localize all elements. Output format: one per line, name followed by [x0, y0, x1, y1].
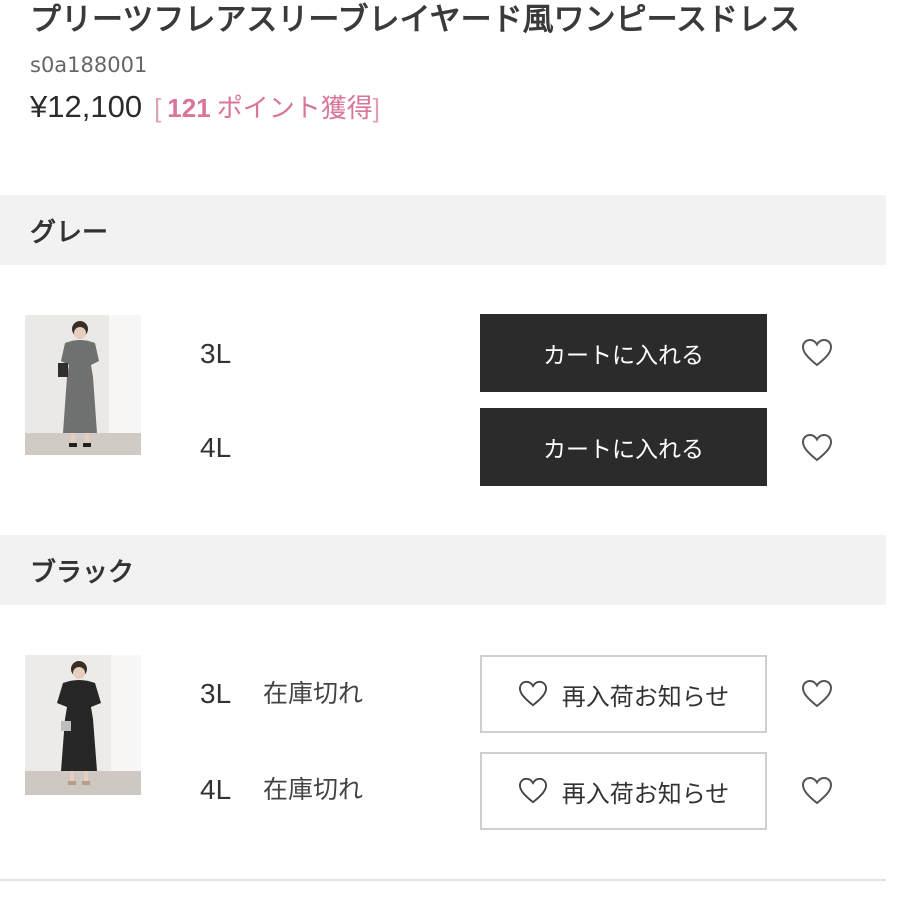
out-of-stock-label: 在庫切れ [263, 775, 364, 804]
restock-notify-button[interactable]: 再入荷お知らせ [480, 655, 767, 733]
heart-outline-icon[interactable] [801, 338, 833, 368]
product-thumbnail-gray[interactable] [25, 315, 141, 455]
color-name: ブラック [30, 557, 135, 588]
model-photo-gray [25, 315, 141, 455]
heart-outline-icon[interactable] [801, 776, 833, 806]
heart-outline-icon [518, 777, 547, 804]
restock-notify-label: 再入荷お知らせ [561, 779, 730, 808]
restock-notify-label: 再入荷お知らせ [561, 682, 730, 711]
points-label: ポイント獲得 [216, 93, 373, 123]
points-value: 121 [167, 93, 211, 123]
add-to-cart-button[interactable]: カートに入れる [480, 408, 767, 486]
restock-notify-button[interactable]: 再入荷お知らせ [480, 752, 767, 830]
points-badge: [121 ポイント獲得] [154, 88, 380, 125]
color-name: グレー [30, 217, 109, 248]
size-label: 4L [200, 432, 232, 463]
model-photo-black [25, 655, 141, 795]
product-title: プリーツフレアスリーブレイヤード風ワンピースドレス [30, 2, 801, 38]
size-label: 3L [200, 338, 232, 369]
divider [0, 879, 886, 881]
points-bracket-close: ] [372, 93, 380, 123]
add-to-cart-button[interactable]: カートに入れる [480, 314, 767, 392]
heart-outline-icon[interactable] [801, 433, 833, 463]
color-section-header-black: ブラック [0, 535, 886, 605]
out-of-stock-label: 在庫切れ [263, 679, 364, 708]
price-row: ¥12,100 [121 ポイント獲得] [30, 88, 380, 132]
heart-outline-icon [518, 680, 547, 707]
product-sku: s0a188001 [30, 53, 148, 77]
product-thumbnail-black[interactable] [25, 655, 141, 795]
size-label: 4L [200, 774, 232, 805]
product-price: ¥12,100 [30, 89, 143, 124]
color-section-header-gray: グレー [0, 195, 886, 265]
heart-outline-icon[interactable] [801, 679, 833, 709]
size-label: 3L [200, 678, 232, 709]
points-bracket-open: [ [154, 93, 162, 123]
